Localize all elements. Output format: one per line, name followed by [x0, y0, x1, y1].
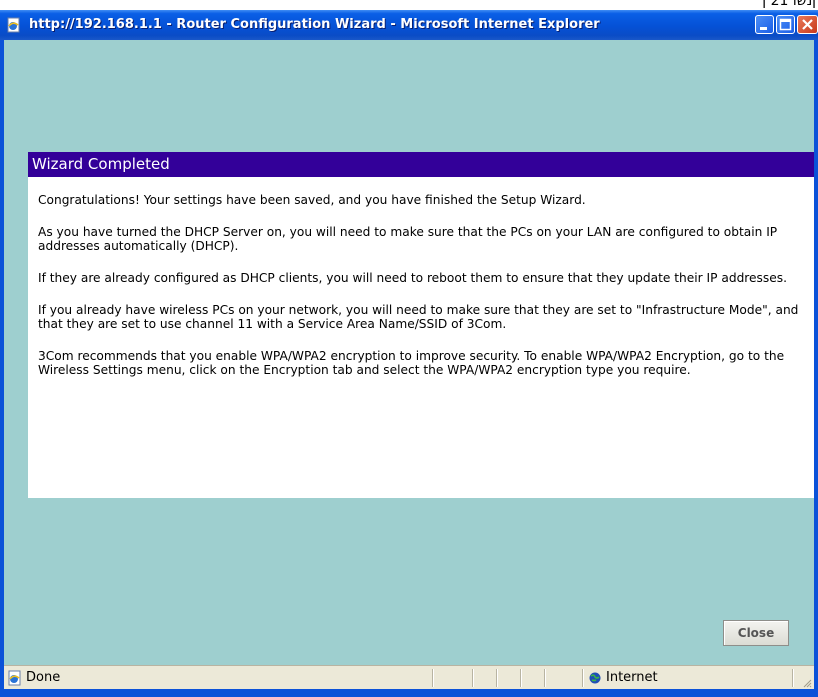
- page-content: Wizard Completed Congratulations! Your s…: [4, 40, 814, 665]
- close-window-button[interactable]: [797, 15, 818, 34]
- panel-body: Congratulations! Your settings have been…: [28, 177, 814, 498]
- maximize-icon: [779, 18, 792, 31]
- paragraph-encryption: 3Com recommends that you enable WPA/WPA2…: [38, 349, 785, 377]
- window-title: http://192.168.1.1 - Router Configuratio…: [29, 17, 600, 32]
- paragraph-congratulations: Congratulations! Your settings have been…: [38, 193, 586, 207]
- status-divider: [496, 669, 497, 687]
- status-text: Done: [26, 670, 61, 685]
- paragraph-dhcp-clients: If they are already configured as DHCP c…: [38, 271, 787, 285]
- zone-text: Internet: [606, 670, 658, 685]
- status-divider: [792, 669, 793, 687]
- corner-overlay-text: ןנשו 21 ן: [762, 0, 816, 9]
- maximize-button[interactable]: [776, 15, 795, 34]
- ie-page-icon: [7, 670, 23, 686]
- resize-grip-icon[interactable]: [802, 677, 812, 688]
- minimize-button[interactable]: [755, 15, 774, 34]
- paragraph-dhcp-server: As you have turned the DHCP Server on, y…: [38, 225, 778, 253]
- status-divider: [582, 669, 583, 687]
- close-icon: [802, 19, 813, 30]
- status-divider: [520, 669, 521, 687]
- ie-page-icon[interactable]: [6, 17, 22, 33]
- paragraph-wireless-pcs: If you already have wireless PCs on your…: [38, 303, 799, 331]
- globe-icon: [589, 672, 601, 684]
- panel-title: Wizard Completed: [28, 152, 814, 177]
- status-divider: [544, 669, 545, 687]
- status-divider: [472, 669, 473, 687]
- status-divider: [432, 669, 433, 687]
- status-bar: Done Internet: [4, 665, 814, 689]
- close-button[interactable]: Close: [723, 620, 789, 646]
- browser-window: http://192.168.1.1 - Router Configuratio…: [0, 10, 818, 697]
- minimize-icon: [760, 27, 767, 30]
- title-bar[interactable]: http://192.168.1.1 - Router Configuratio…: [0, 10, 818, 40]
